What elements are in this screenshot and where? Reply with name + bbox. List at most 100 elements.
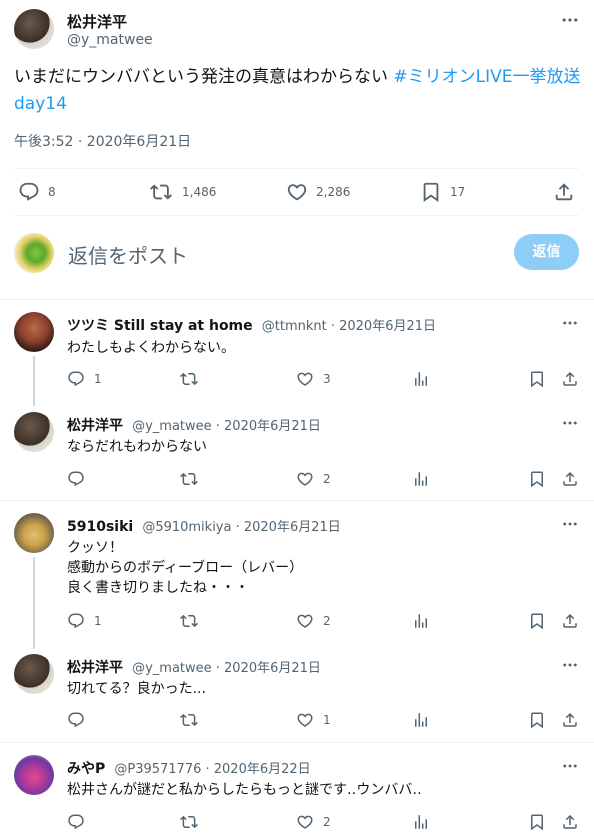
- like-button[interactable]: 2: [296, 813, 331, 831]
- hashtag-link-continued[interactable]: day14: [14, 94, 67, 114]
- reply-header: みやP @P39571776 · 2020年6月22日: [67, 758, 311, 778]
- author-handle[interactable]: @y_matwee: [67, 32, 153, 48]
- retweet-button[interactable]: [180, 612, 198, 630]
- reply-author-name[interactable]: 松井洋平: [67, 418, 123, 434]
- like-button[interactable]: 3: [296, 370, 331, 388]
- reply-text: 松井さんが謎だと私からしたらもっと謎です‥ウンババ‥: [67, 782, 422, 798]
- tweet-body: いまだにウンババという発注の真意はわからない #ミリオンLIVE一挙放送 day…: [14, 64, 584, 118]
- bookmark-button[interactable]: [528, 612, 546, 630]
- tweet-timestamp[interactable]: 午後3:52 · 2020年6月21日: [14, 131, 191, 151]
- author-name[interactable]: 松井洋平: [67, 11, 127, 32]
- heart-icon: [296, 370, 314, 388]
- bookmark-button[interactable]: [528, 711, 546, 729]
- reply-header: 5910siki @5910mikiya · 2020年6月21日: [67, 516, 341, 535]
- share-button[interactable]: [561, 612, 579, 630]
- views-icon: [412, 370, 430, 388]
- reply-avatar[interactable]: [14, 513, 54, 553]
- more-icon: [561, 314, 579, 332]
- retweet-button[interactable]: [180, 470, 198, 488]
- retweet-button[interactable]: [180, 711, 198, 729]
- share-button[interactable]: [561, 470, 579, 488]
- reply-avatar[interactable]: [14, 654, 54, 694]
- reply-icon: [67, 711, 85, 729]
- reply-button[interactable]: [67, 711, 85, 729]
- retweet-icon: [150, 181, 172, 203]
- user-avatar[interactable]: [14, 233, 54, 273]
- reply-more-button[interactable]: [561, 757, 579, 779]
- views-button[interactable]: [412, 612, 430, 630]
- views-button[interactable]: [412, 711, 430, 729]
- share-button[interactable]: [553, 181, 575, 203]
- reply-icon: [67, 470, 85, 488]
- more-icon: [561, 757, 579, 775]
- reply-more-button[interactable]: [561, 515, 579, 537]
- reply-more-button[interactable]: [561, 314, 579, 336]
- share-button[interactable]: [561, 813, 579, 831]
- reply-text: ならだれもわからない: [67, 439, 207, 455]
- share-icon: [561, 470, 579, 488]
- share-icon: [561, 711, 579, 729]
- more-icon: [560, 10, 580, 30]
- like-button[interactable]: 1: [296, 711, 331, 729]
- more-icon: [561, 515, 579, 533]
- views-button[interactable]: [412, 370, 430, 388]
- reply-avatar[interactable]: [14, 755, 54, 795]
- like-button[interactable]: 2,286: [286, 181, 350, 203]
- reply-author-name[interactable]: 5910siki: [67, 519, 133, 535]
- retweet-icon: [180, 813, 198, 831]
- bookmark-button[interactable]: [528, 370, 546, 388]
- reply-meta[interactable]: @5910mikiya · 2020年6月21日: [142, 520, 340, 535]
- hashtag-link[interactable]: #ミリオンLIVE一挙放送: [393, 67, 580, 87]
- heart-icon: [296, 813, 314, 831]
- bookmark-icon: [528, 470, 546, 488]
- reply-author-name[interactable]: ツツミ Still stay at home: [67, 318, 253, 334]
- reply-avatar[interactable]: [14, 312, 54, 352]
- retweet-button[interactable]: [180, 813, 198, 831]
- thread-line: [33, 557, 35, 649]
- bookmark-button[interactable]: [528, 813, 546, 831]
- reply-meta[interactable]: @P39571776 · 2020年6月22日: [114, 762, 310, 777]
- reply-button[interactable]: 1: [67, 370, 102, 388]
- reply-button[interactable]: 1: [67, 612, 102, 630]
- reply-avatar[interactable]: [14, 412, 54, 452]
- divider: [0, 299, 594, 300]
- reply-submit-button[interactable]: 返信: [514, 234, 579, 270]
- views-button[interactable]: [412, 813, 430, 831]
- reply-text-line: 感動からのボディーブロー（レバー）: [67, 560, 304, 576]
- reply-more-button[interactable]: [561, 414, 579, 436]
- retweet-count: 1,486: [182, 185, 217, 199]
- views-button[interactable]: [412, 470, 430, 488]
- share-button[interactable]: [561, 711, 579, 729]
- reply-button[interactable]: 8: [18, 181, 56, 203]
- retweet-icon: [180, 612, 198, 630]
- divider: [14, 215, 579, 216]
- bookmark-button[interactable]: 17: [420, 181, 465, 203]
- like-count: 2: [323, 614, 331, 628]
- author-avatar[interactable]: [14, 9, 54, 49]
- like-count: 2: [323, 472, 331, 486]
- reply-meta[interactable]: @y_matwee · 2020年6月21日: [132, 661, 321, 676]
- reply-text: 切れてる？良かった...: [67, 681, 206, 697]
- share-icon: [561, 813, 579, 831]
- reply-author-name[interactable]: 松井洋平: [67, 660, 123, 676]
- reply-more-button[interactable]: [561, 656, 579, 678]
- reply-meta[interactable]: @y_matwee · 2020年6月21日: [132, 419, 321, 434]
- reply-count: 1: [94, 372, 102, 386]
- reply-button[interactable]: [67, 813, 85, 831]
- like-count: 1: [323, 713, 331, 727]
- more-icon: [561, 656, 579, 674]
- like-button[interactable]: 2: [296, 470, 331, 488]
- reply-text: わたしもよくわからない。: [67, 340, 235, 356]
- more-button[interactable]: [560, 10, 580, 30]
- share-button[interactable]: [561, 370, 579, 388]
- bookmark-icon: [420, 181, 442, 203]
- reply-composer-input[interactable]: 返信をポスト: [68, 240, 188, 269]
- retweet-button[interactable]: 1,486: [150, 181, 216, 203]
- like-button[interactable]: 2: [296, 612, 331, 630]
- retweet-button[interactable]: [180, 370, 198, 388]
- reply-author-name[interactable]: みやP: [67, 761, 105, 777]
- reply-meta[interactable]: @ttmnknt · 2020年6月21日: [262, 319, 436, 334]
- bookmark-button[interactable]: [528, 470, 546, 488]
- reply-button[interactable]: [67, 470, 85, 488]
- tweet-text: いまだにウンババという発注の真意はわからない: [14, 67, 394, 87]
